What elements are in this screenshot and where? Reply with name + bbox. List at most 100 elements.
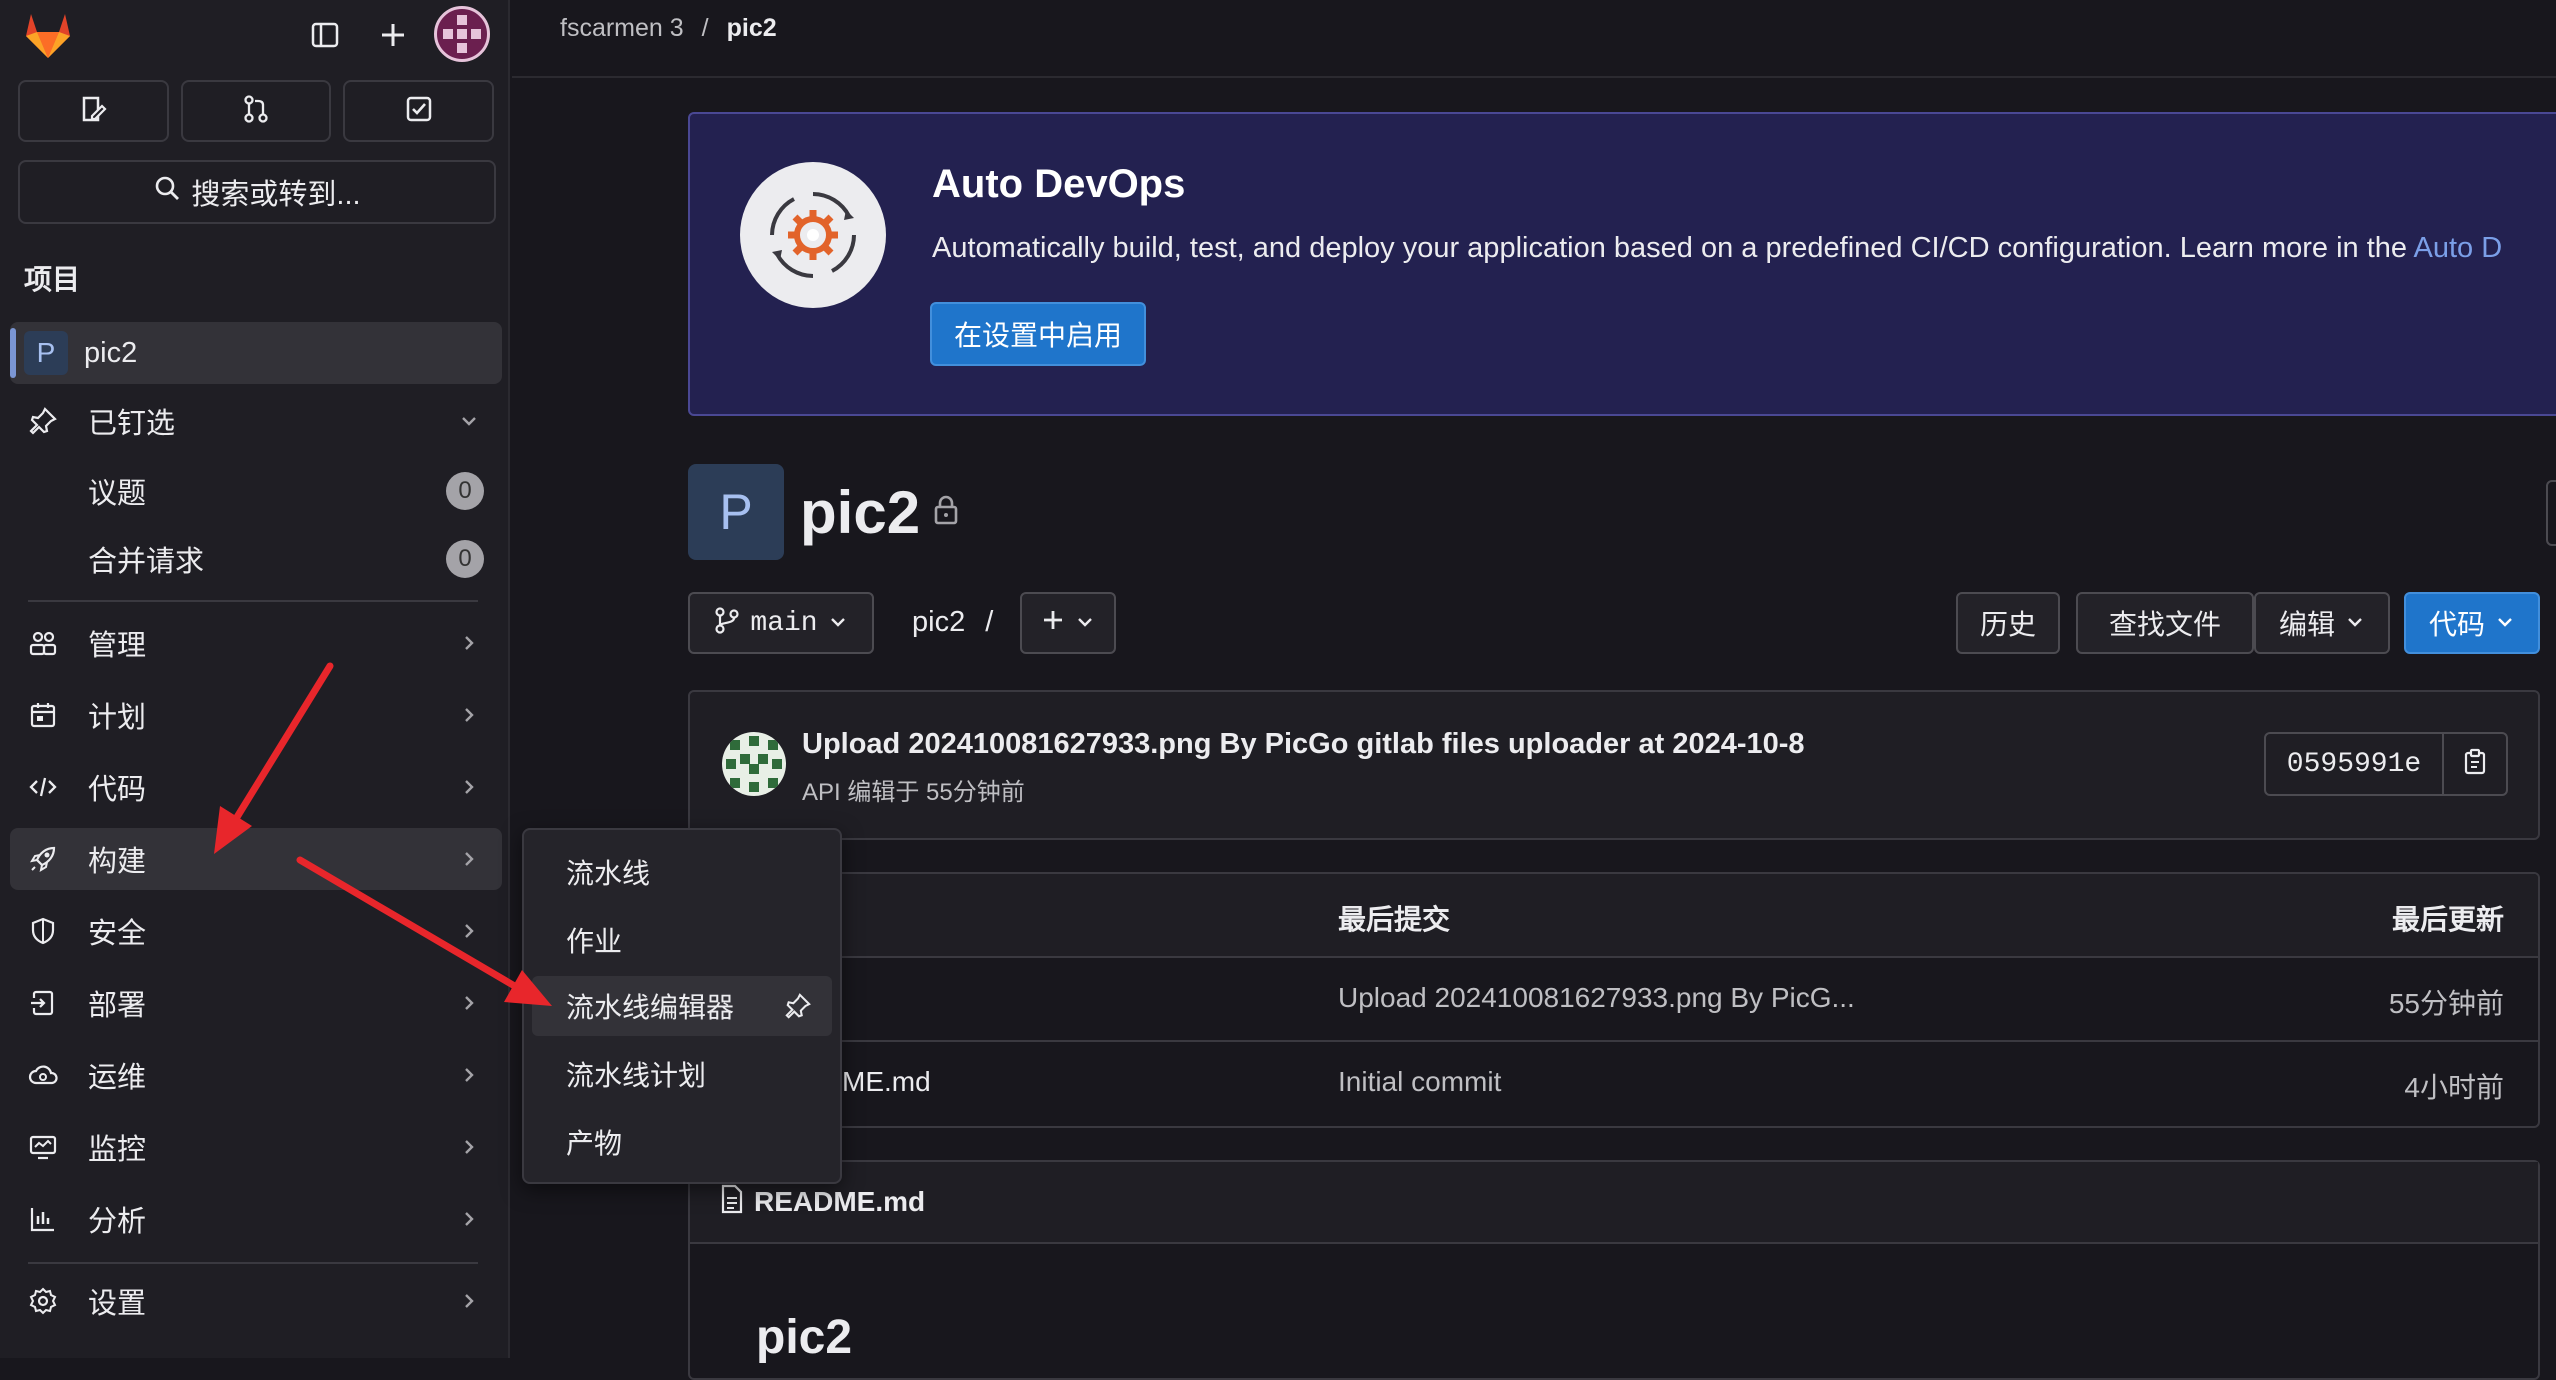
commit-author-avatar[interactable] bbox=[722, 732, 786, 796]
menu-item-label: 流水线计划 bbox=[566, 1060, 707, 1091]
chevron-right-icon bbox=[458, 920, 480, 942]
devops-docs-link[interactable]: Auto D bbox=[2414, 232, 2503, 264]
breadcrumb-current[interactable]: pic2 bbox=[727, 14, 777, 43]
sidebar-deploy-label: 部署 bbox=[88, 990, 147, 1022]
chevron-down-icon bbox=[828, 607, 848, 639]
commit-sha[interactable]: 0595991e bbox=[2266, 734, 2444, 794]
copy-icon bbox=[2462, 748, 2488, 781]
pin-icon bbox=[28, 406, 72, 436]
breadcrumb-separator: / bbox=[701, 14, 709, 42]
quick-actions bbox=[18, 80, 495, 142]
cloud-icon bbox=[28, 1060, 72, 1090]
menu-item-label: 流水线 bbox=[566, 858, 651, 889]
chevron-down-icon bbox=[2495, 607, 2515, 639]
code-dropdown-button[interactable]: 代码 bbox=[2404, 592, 2540, 654]
sidebar-plan-label: 计划 bbox=[88, 702, 147, 734]
table-row[interactable]: Upload 202410081627933.png By PicG... 55… bbox=[690, 958, 2538, 1042]
sidebar-item-operate[interactable]: 运维 bbox=[10, 1044, 502, 1106]
lock-icon bbox=[932, 494, 960, 531]
sidebar-item-plan[interactable]: 计划 bbox=[10, 684, 502, 746]
sidebar-item-settings[interactable]: 设置 bbox=[10, 1270, 502, 1332]
sidebar-item-build[interactable]: 构建 bbox=[10, 828, 502, 890]
sidebar-item-project[interactable]: P pic2 bbox=[10, 322, 502, 384]
file-name[interactable]: ME.md bbox=[842, 1066, 931, 1098]
sidebar-code-label: 代码 bbox=[88, 774, 147, 806]
commit-sha-group: 0595991e bbox=[2264, 732, 2508, 796]
issues-button[interactable] bbox=[18, 80, 169, 142]
copy-sha-button[interactable] bbox=[2444, 734, 2506, 794]
readme-panel: README.md pic2 bbox=[688, 1160, 2540, 1380]
sidebar-pinned-label: 已钉选 bbox=[88, 408, 176, 440]
menu-item-pipelines[interactable]: 流水线 bbox=[532, 842, 832, 902]
chevron-right-icon bbox=[458, 848, 480, 870]
find-file-button[interactable]: 查找文件 bbox=[2076, 592, 2254, 654]
build-flyout-menu: 流水线 作业 流水线编辑器 流水线计划 产物 bbox=[522, 828, 842, 1184]
sidebar-toggle-icon[interactable] bbox=[300, 10, 350, 60]
menu-item-label: 产物 bbox=[566, 1128, 623, 1159]
merge-requests-icon bbox=[241, 94, 271, 129]
menu-item-label: 作业 bbox=[566, 926, 623, 957]
menu-item-pipeline-editor[interactable]: 流水线编辑器 bbox=[532, 976, 832, 1036]
edit-dropdown-button[interactable]: 编辑 bbox=[2254, 592, 2390, 654]
todos-button[interactable] bbox=[343, 80, 495, 142]
sidebar-item-merge-requests[interactable]: 合并请求 0 bbox=[10, 528, 502, 590]
readme-filename[interactable]: README.md bbox=[754, 1186, 925, 1218]
edit-button-label: 编辑 bbox=[2278, 609, 2335, 640]
sidebar-mr-label: 合并请求 bbox=[88, 546, 205, 578]
pin-icon[interactable] bbox=[784, 992, 812, 1020]
sidebar-item-issues[interactable]: 议题 0 bbox=[10, 460, 502, 522]
add-to-tree-button[interactable] bbox=[1020, 592, 1116, 654]
commit-title-link[interactable]: Upload 202410081627933.png By PicGo gitl… bbox=[802, 728, 1805, 761]
file-last-commit[interactable]: Initial commit bbox=[1338, 1066, 1501, 1098]
sidebar-item-code[interactable]: 代码 bbox=[10, 756, 502, 818]
sidebar-item-secure[interactable]: 安全 bbox=[10, 900, 502, 962]
plus-icon[interactable] bbox=[368, 10, 418, 60]
sidebar-settings-label: 设置 bbox=[88, 1288, 147, 1320]
file-icon bbox=[720, 1184, 744, 1221]
search-icon bbox=[153, 174, 181, 210]
gear-icon bbox=[28, 1286, 72, 1316]
sidebar-item-monitor[interactable]: 监控 bbox=[10, 1116, 502, 1178]
table-header-row: 最后提交 最后更新 bbox=[690, 874, 2538, 958]
code-button-label: 代码 bbox=[2428, 609, 2485, 640]
issues-icon bbox=[78, 94, 108, 129]
sidebar-top-bar bbox=[0, 0, 510, 70]
sidebar-item-pinned[interactable]: 已钉选 bbox=[10, 390, 502, 452]
menu-item-jobs[interactable]: 作业 bbox=[532, 910, 832, 970]
last-commit-panel: Upload 202410081627933.png By PicGo gitl… bbox=[688, 690, 2540, 840]
user-avatar[interactable] bbox=[434, 6, 490, 62]
sidebar-item-manage[interactable]: 管理 bbox=[10, 612, 502, 674]
chevron-down-icon bbox=[1075, 607, 1095, 639]
search-button[interactable]: 搜索或转到... bbox=[18, 160, 496, 224]
deploy-icon bbox=[28, 988, 72, 1018]
chevron-down-icon bbox=[458, 410, 480, 432]
sidebar-item-deploy[interactable]: 部署 bbox=[10, 972, 502, 1034]
merge-requests-button[interactable] bbox=[180, 80, 332, 142]
sidebar-item-analyze[interactable]: 分析 bbox=[10, 1188, 502, 1250]
header-last-commit: 最后提交 bbox=[1338, 904, 1451, 935]
shield-icon bbox=[28, 916, 72, 946]
history-button[interactable]: 历史 bbox=[1956, 592, 2060, 654]
sidebar-operate-label: 运维 bbox=[88, 1062, 147, 1094]
branch-name: main bbox=[750, 607, 818, 639]
calendar-icon bbox=[28, 700, 72, 730]
header-last-update: 最后更新 bbox=[2391, 904, 2504, 935]
repo-path-name[interactable]: pic2 bbox=[912, 606, 965, 638]
readme-heading: pic2 bbox=[756, 1311, 853, 1364]
gitlab-logo-icon[interactable] bbox=[18, 6, 78, 66]
readme-header: README.md bbox=[690, 1162, 2538, 1244]
breadcrumb-parent[interactable]: fscarmen 3 bbox=[560, 14, 684, 43]
chevron-down-icon bbox=[2345, 607, 2365, 639]
sidebar: 搜索或转到... 项目 P pic2 已钉选 议题 0 合并请求 0 管理 计划… bbox=[0, 0, 510, 1358]
menu-item-artifacts[interactable]: 产物 bbox=[532, 1112, 832, 1172]
issues-count-badge: 0 bbox=[446, 472, 484, 510]
menu-item-pipeline-schedules[interactable]: 流水线计划 bbox=[532, 1044, 832, 1104]
table-row[interactable]: ME.md Initial commit 4小时前 bbox=[690, 1042, 2538, 1126]
auto-devops-banner: Auto DevOps Automatically build, test, a… bbox=[688, 112, 2556, 416]
file-last-update: 55分钟前 bbox=[2388, 988, 2504, 1019]
file-last-commit[interactable]: Upload 202410081627933.png By PicG... bbox=[1338, 982, 1855, 1014]
search-label: 搜索或转到... bbox=[191, 179, 361, 211]
enable-in-settings-button[interactable]: 在设置中启用 bbox=[930, 302, 1146, 366]
project-actions-button[interactable] bbox=[2546, 480, 2556, 546]
branch-selector[interactable]: main bbox=[688, 592, 874, 654]
